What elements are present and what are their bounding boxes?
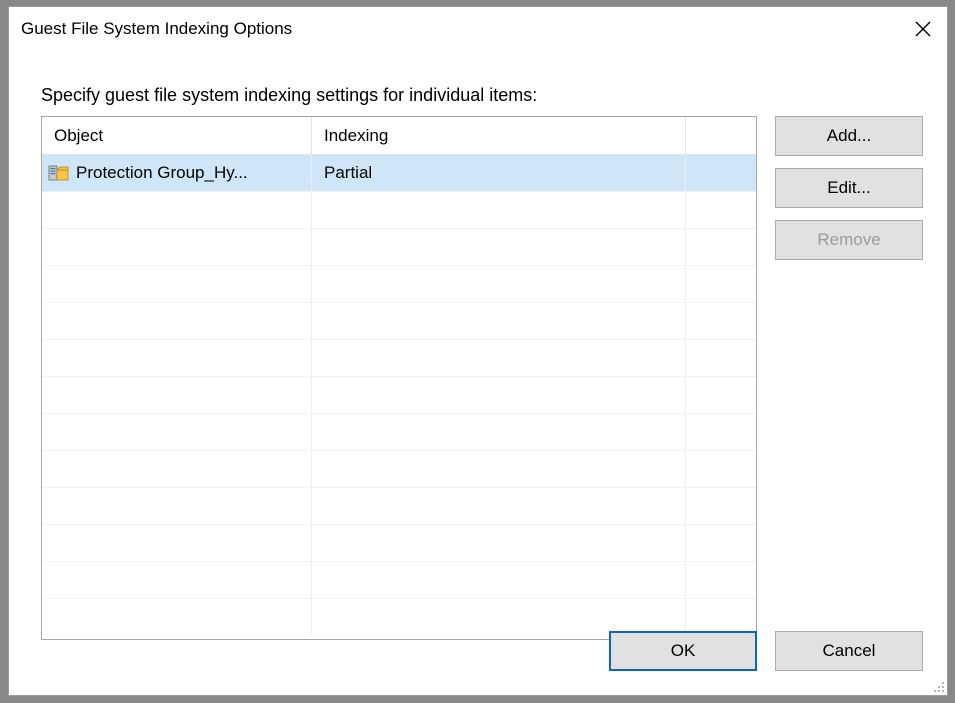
table-body: Protection Group_Hy... Partial xyxy=(42,155,756,639)
table-row[interactable] xyxy=(42,525,756,562)
table-row[interactable] xyxy=(42,229,756,266)
cell-extra xyxy=(686,155,756,191)
items-table: Object Indexing xyxy=(41,116,757,640)
table-row[interactable] xyxy=(42,451,756,488)
protection-group-icon xyxy=(48,162,70,184)
dialog-footer: OK Cancel xyxy=(609,631,923,671)
side-buttons: Add... Edit... Remove xyxy=(775,116,923,640)
table-row[interactable] xyxy=(42,266,756,303)
table-row[interactable]: Protection Group_Hy... Partial xyxy=(42,155,756,192)
cell-indexing: Partial xyxy=(312,155,686,191)
table-row[interactable] xyxy=(42,562,756,599)
cell-object: Protection Group_Hy... xyxy=(42,155,312,191)
table-row[interactable] xyxy=(42,377,756,414)
table-row[interactable] xyxy=(42,192,756,229)
table-row[interactable] xyxy=(42,414,756,451)
close-icon xyxy=(915,21,931,37)
edit-button[interactable]: Edit... xyxy=(775,168,923,208)
cell-object-text: Protection Group_Hy... xyxy=(76,163,248,183)
dialog-window: Guest File System Indexing Options Speci… xyxy=(8,6,948,696)
cancel-button[interactable]: Cancel xyxy=(775,631,923,671)
column-header-indexing[interactable]: Indexing xyxy=(312,117,686,154)
titlebar: Guest File System Indexing Options xyxy=(9,7,947,51)
instruction-text: Specify guest file system indexing setti… xyxy=(41,85,923,106)
add-button[interactable]: Add... xyxy=(775,116,923,156)
table-row[interactable] xyxy=(42,303,756,340)
table-row[interactable] xyxy=(42,340,756,377)
close-button[interactable] xyxy=(899,7,947,51)
remove-button: Remove xyxy=(775,220,923,260)
dialog-title: Guest File System Indexing Options xyxy=(21,19,292,39)
resize-grip-icon[interactable] xyxy=(929,677,945,693)
column-header-extra xyxy=(686,117,756,154)
table-header: Object Indexing xyxy=(42,117,756,155)
dialog-content: Specify guest file system indexing setti… xyxy=(9,51,947,640)
ok-button[interactable]: OK xyxy=(609,631,757,671)
column-header-object[interactable]: Object xyxy=(42,117,312,154)
main-row: Object Indexing xyxy=(41,116,923,640)
cell-indexing-text: Partial xyxy=(324,163,372,183)
table-row[interactable] xyxy=(42,488,756,525)
